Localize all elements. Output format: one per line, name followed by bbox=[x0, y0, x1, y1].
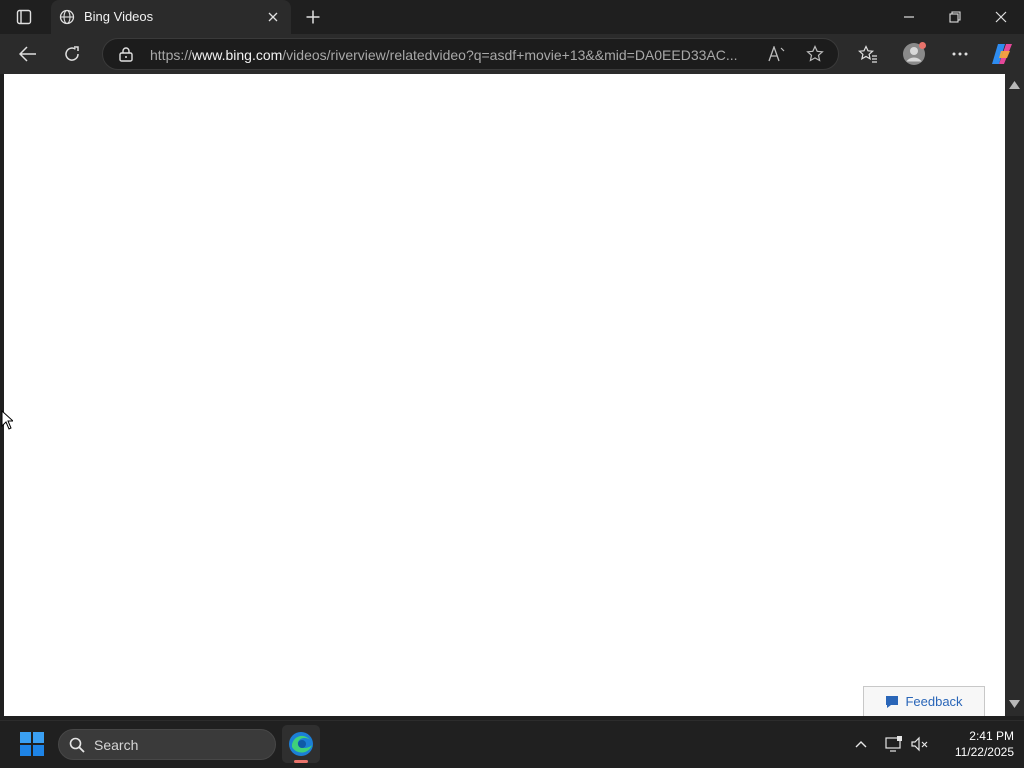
browser-tab[interactable]: Bing Videos bbox=[51, 0, 291, 34]
copilot-icon[interactable] bbox=[987, 41, 1017, 67]
url-path: /videos/riverview/relatedvideo?q=asdf+mo… bbox=[282, 47, 738, 63]
search-icon bbox=[69, 737, 85, 753]
refresh-icon[interactable] bbox=[58, 42, 86, 66]
globe-icon bbox=[59, 9, 75, 25]
scroll-up-icon[interactable] bbox=[1009, 81, 1020, 89]
tab-title: Bing Videos bbox=[84, 9, 154, 24]
more-icon[interactable] bbox=[946, 42, 974, 66]
url-text[interactable]: https://www.bing.com/videos/riverview/re… bbox=[150, 47, 750, 63]
feedback-label: Feedback bbox=[905, 694, 963, 709]
edge-taskbar-icon[interactable] bbox=[282, 725, 320, 763]
read-aloud-icon[interactable] bbox=[765, 44, 789, 64]
address-bar[interactable]: https://www.bing.com/videos/riverview/re… bbox=[102, 38, 839, 70]
profile-icon[interactable] bbox=[899, 40, 929, 68]
scroll-down-icon[interactable] bbox=[1009, 700, 1020, 708]
back-arrow-icon[interactable] bbox=[14, 42, 42, 66]
lock-icon[interactable] bbox=[119, 46, 133, 62]
close-icon[interactable] bbox=[263, 8, 283, 26]
scrollbar[interactable] bbox=[1005, 74, 1024, 716]
feedback-button[interactable]: Feedback bbox=[863, 686, 985, 716]
windows-start-icon[interactable] bbox=[14, 728, 50, 760]
search-label: Search bbox=[94, 737, 139, 753]
plus-icon[interactable] bbox=[300, 5, 326, 29]
feedback-icon bbox=[885, 695, 899, 709]
clock-time: 2:41 PM bbox=[969, 729, 1014, 743]
volume-muted-icon[interactable] bbox=[908, 733, 932, 755]
star-icon[interactable] bbox=[803, 44, 827, 64]
mouse-cursor-icon bbox=[1, 410, 13, 430]
minimize-icon[interactable] bbox=[894, 5, 924, 29]
close-window-icon[interactable] bbox=[986, 5, 1016, 29]
active-app-indicator bbox=[294, 760, 308, 763]
favorites-icon[interactable] bbox=[854, 42, 882, 66]
url-prefix: https:// bbox=[150, 47, 193, 63]
chevron-up-icon[interactable] bbox=[850, 733, 872, 755]
display-icon[interactable] bbox=[882, 733, 906, 755]
page-content[interactable] bbox=[4, 74, 1005, 716]
clock-date: 11/22/2025 bbox=[954, 745, 1014, 759]
tab-actions-icon[interactable] bbox=[10, 6, 38, 28]
system-clock[interactable]: 2:41 PM 11/22/2025 bbox=[934, 728, 1014, 762]
taskbar-search-box[interactable]: Search bbox=[58, 729, 276, 760]
restore-icon[interactable] bbox=[940, 5, 970, 29]
url-host: www.bing.com bbox=[192, 47, 283, 63]
